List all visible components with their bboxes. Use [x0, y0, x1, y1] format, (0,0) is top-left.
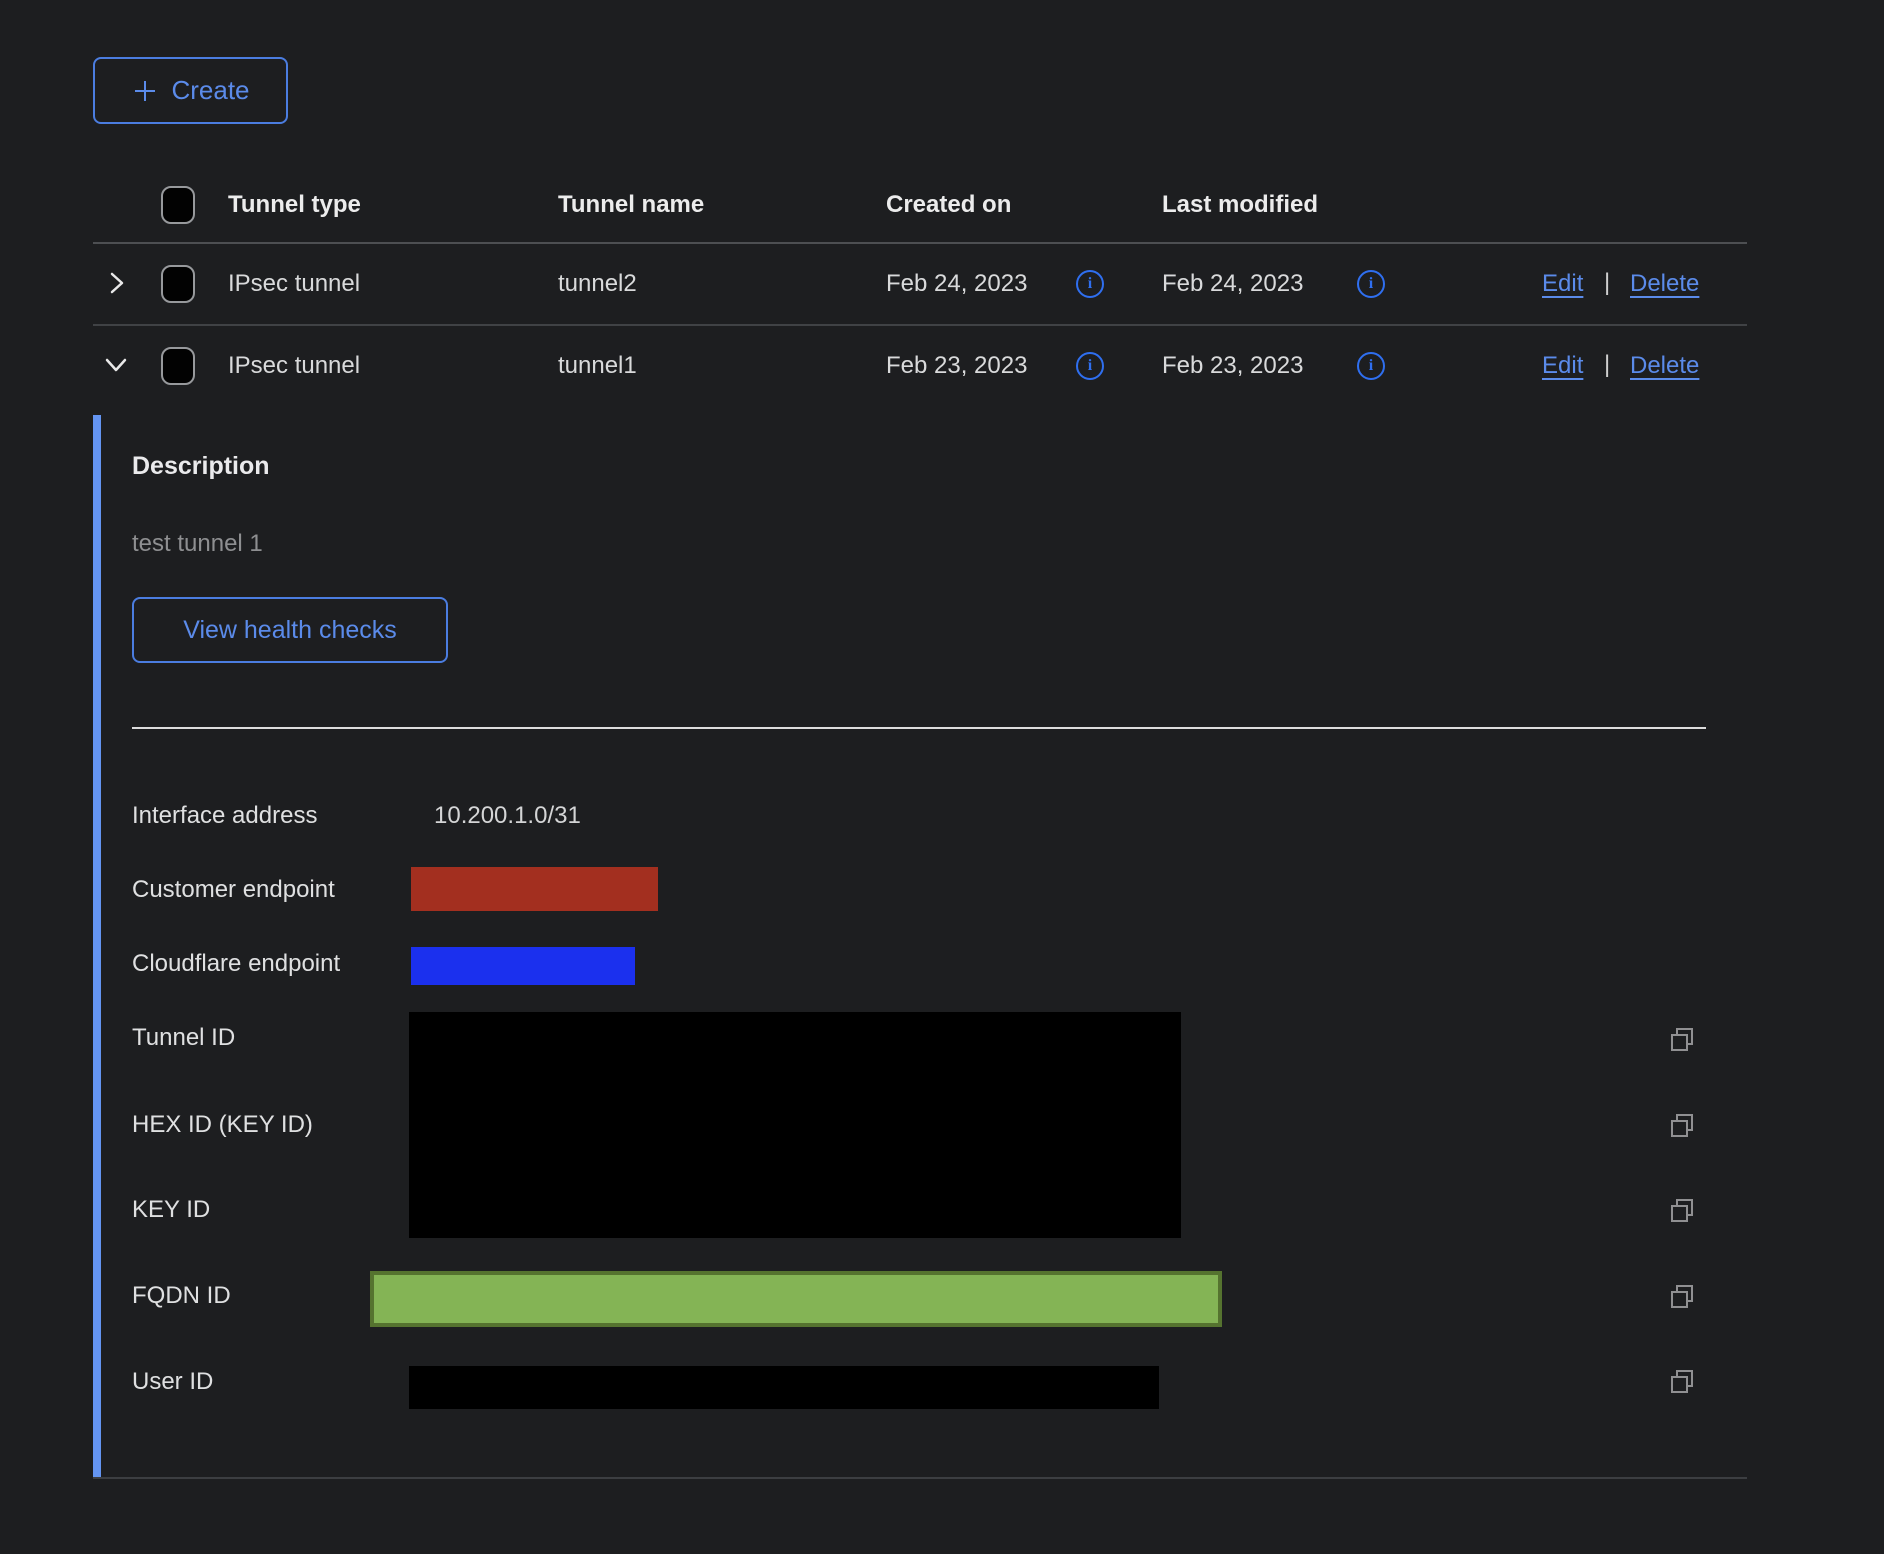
customer-endpoint-label: Customer endpoint: [132, 876, 335, 904]
table-row: IPsec tunnel tunnel1 Feb 23, 2023 i Feb …: [0, 325, 1884, 407]
info-icon[interactable]: i: [1357, 352, 1385, 380]
panel-divider: [132, 727, 1706, 729]
created-on-cell: Feb 24, 2023: [886, 270, 1027, 298]
select-all-checkbox[interactable]: [161, 186, 195, 224]
user-id-redacted-value: [409, 1366, 1159, 1409]
tunnel-name-cell: tunnel1: [558, 352, 637, 380]
info-icon[interactable]: i: [1357, 270, 1385, 298]
delete-link[interactable]: Delete: [1630, 270, 1699, 298]
description-label: Description: [132, 452, 270, 481]
actions-separator: |: [1604, 351, 1610, 379]
actions-separator: |: [1604, 269, 1610, 297]
tunnel-type-cell: IPsec tunnel: [228, 352, 360, 380]
edit-link[interactable]: Edit: [1542, 270, 1583, 298]
fqdn-id-redacted-value: [370, 1271, 1222, 1327]
copy-icon[interactable]: [1668, 1368, 1696, 1396]
interface-address-value: 10.200.1.0/31: [434, 802, 581, 830]
chevron-right-icon[interactable]: [102, 269, 130, 302]
tunnel-name-cell: tunnel2: [558, 270, 637, 298]
copy-icon[interactable]: [1668, 1283, 1696, 1311]
panel-bottom-divider: [93, 1477, 1747, 1479]
expanded-row-accent-bar: [93, 415, 101, 1478]
customer-endpoint-redacted-value: [411, 867, 658, 911]
hex-id-label: HEX ID (KEY ID): [132, 1111, 313, 1139]
delete-link[interactable]: Delete: [1630, 352, 1699, 380]
create-button[interactable]: Create: [93, 57, 288, 124]
chevron-down-icon[interactable]: [102, 351, 130, 384]
tunnel-id-label: Tunnel ID: [132, 1024, 235, 1052]
cloudflare-endpoint-redacted-value: [411, 947, 635, 985]
edit-link[interactable]: Edit: [1542, 352, 1583, 380]
plus-icon: [131, 77, 159, 105]
view-health-checks-button[interactable]: View health checks: [132, 597, 448, 663]
copy-icon[interactable]: [1668, 1197, 1696, 1225]
key-id-label: KEY ID: [132, 1196, 210, 1224]
interface-address-label: Interface address: [132, 802, 317, 830]
column-header-last-modified: Last modified: [1162, 191, 1318, 219]
info-icon[interactable]: i: [1076, 352, 1104, 380]
ids-redacted-value: [409, 1012, 1181, 1238]
user-id-label: User ID: [132, 1368, 213, 1396]
table-row: IPsec tunnel tunnel2 Feb 24, 2023 i Feb …: [0, 243, 1884, 325]
row-checkbox[interactable]: [161, 347, 195, 385]
tunnel-type-cell: IPsec tunnel: [228, 270, 360, 298]
copy-icon[interactable]: [1668, 1026, 1696, 1054]
column-header-tunnel-type: Tunnel type: [228, 191, 361, 219]
created-on-cell: Feb 23, 2023: [886, 352, 1027, 380]
cloudflare-endpoint-label: Cloudflare endpoint: [132, 950, 340, 978]
create-button-label: Create: [171, 75, 249, 106]
fqdn-id-label: FQDN ID: [132, 1282, 231, 1310]
column-header-created-on: Created on: [886, 191, 1011, 219]
description-value: test tunnel 1: [132, 530, 263, 558]
view-health-checks-label: View health checks: [183, 616, 397, 645]
copy-icon[interactable]: [1668, 1112, 1696, 1140]
last-modified-cell: Feb 23, 2023: [1162, 352, 1303, 380]
column-header-tunnel-name: Tunnel name: [558, 191, 704, 219]
last-modified-cell: Feb 24, 2023: [1162, 270, 1303, 298]
info-icon[interactable]: i: [1076, 270, 1104, 298]
row-checkbox[interactable]: [161, 265, 195, 303]
